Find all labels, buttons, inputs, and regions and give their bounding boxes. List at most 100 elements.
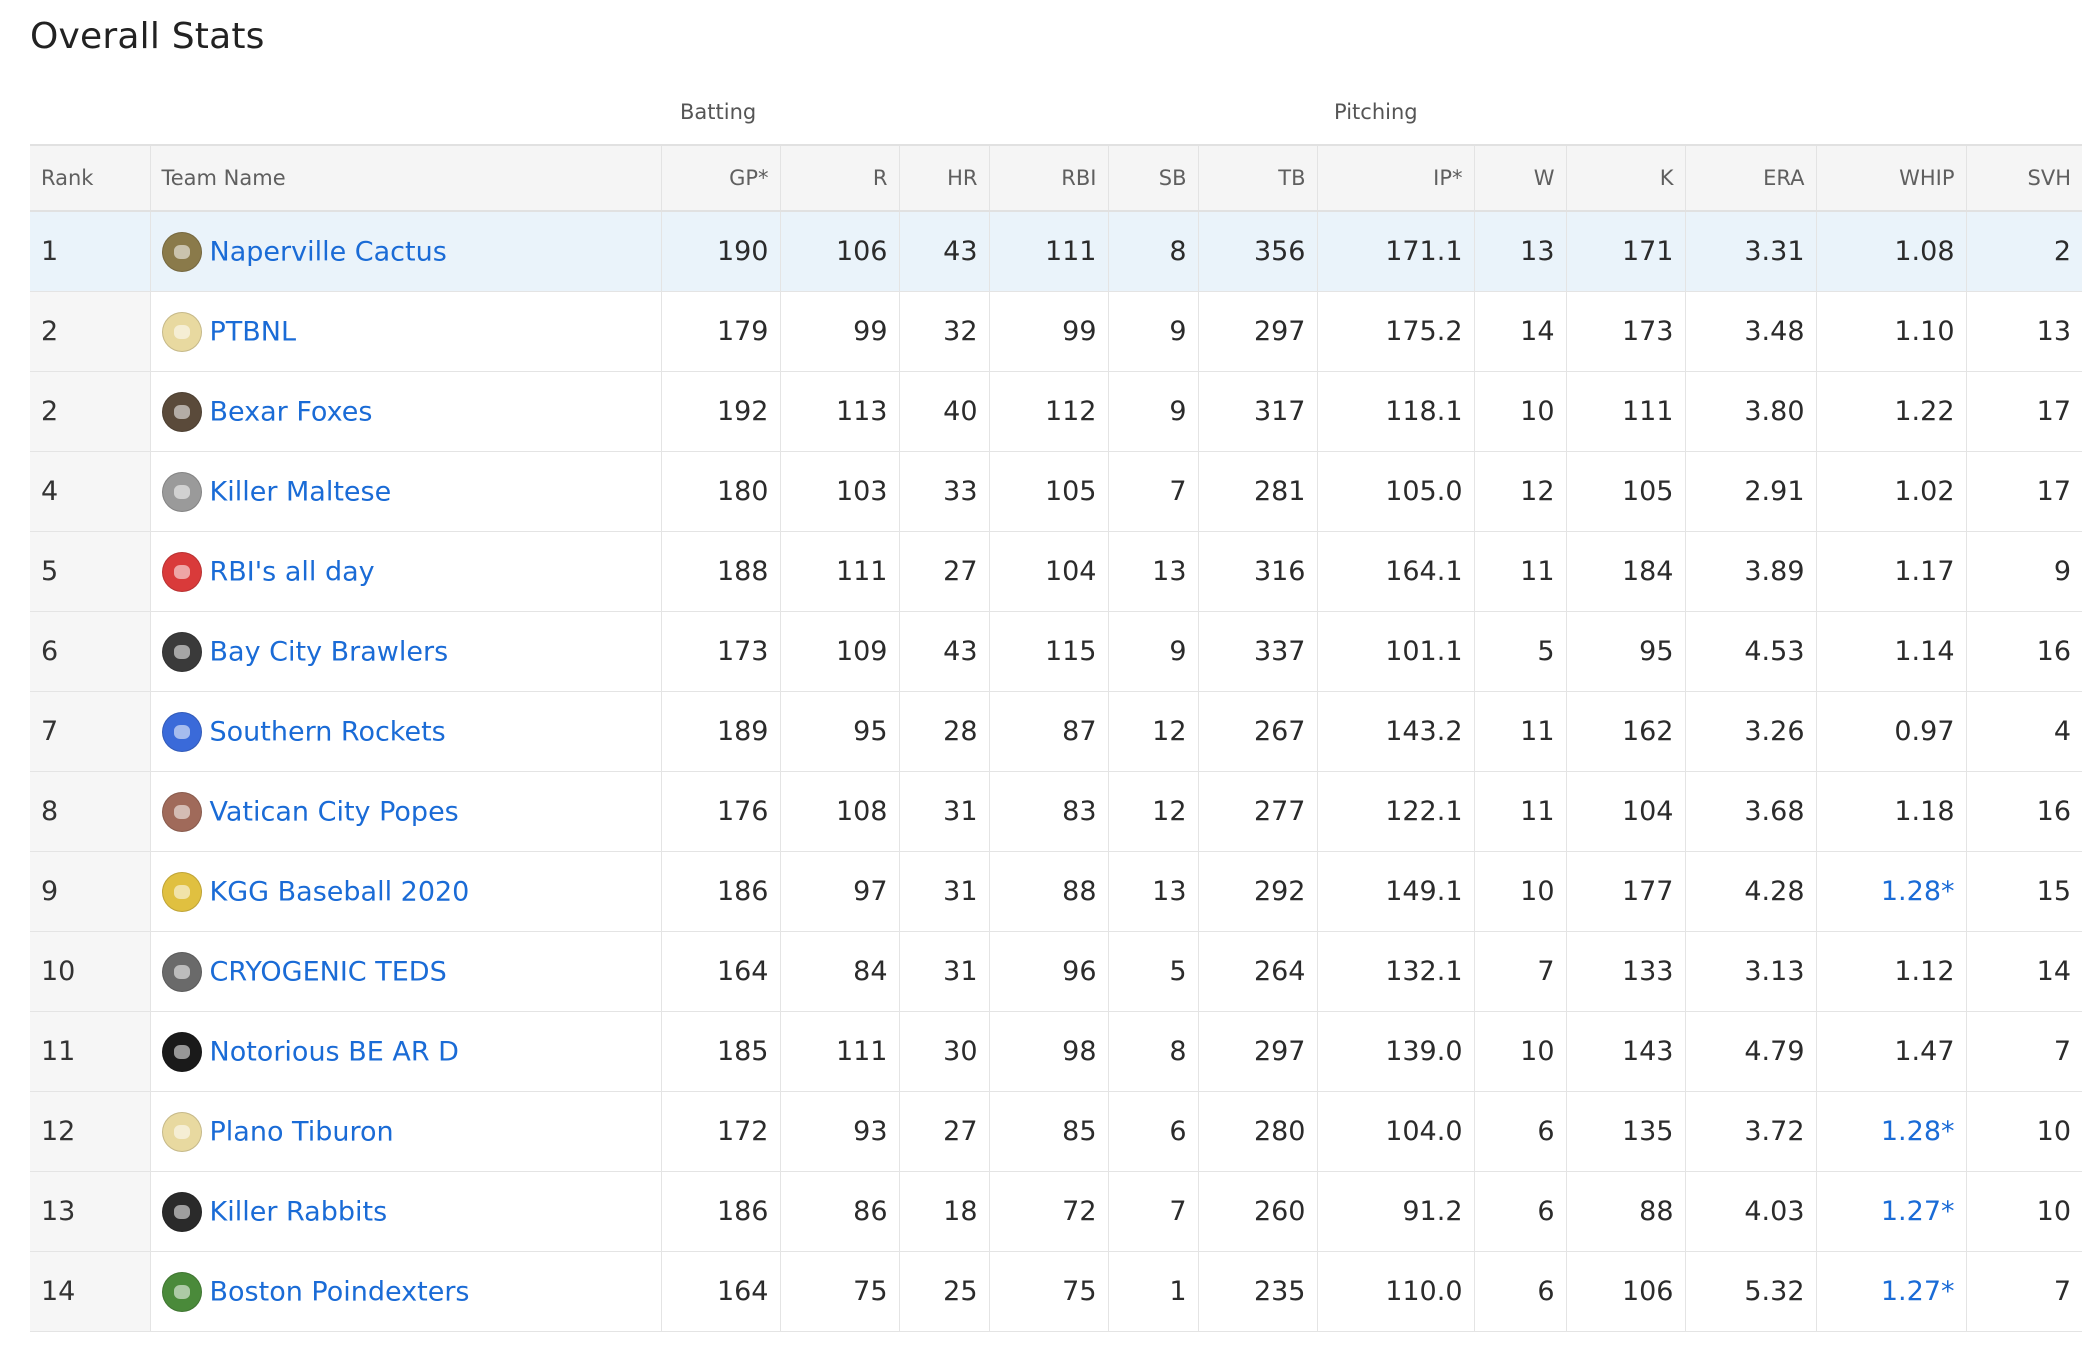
team-logo-icon[interactable] bbox=[161, 871, 202, 912]
stat-cell-era: 4.03 bbox=[1685, 1171, 1817, 1252]
stat-cell-rbi: 115 bbox=[989, 611, 1109, 692]
col-header-team-name[interactable]: Team Name bbox=[150, 144, 662, 212]
stat-cell-rbi: 104 bbox=[989, 531, 1109, 612]
team-name-link[interactable]: PTBNL bbox=[210, 316, 297, 347]
team-logo-icon[interactable] bbox=[161, 1271, 202, 1312]
col-header-w[interactable]: W bbox=[1474, 144, 1567, 212]
stat-cell-w: 7 bbox=[1474, 931, 1567, 1012]
stat-cell-hr: 30 bbox=[899, 1011, 990, 1092]
team-logo-icon[interactable] bbox=[161, 311, 202, 352]
stat-cell-whip: 0.97 bbox=[1816, 691, 1967, 772]
rank-cell: 7 bbox=[30, 691, 151, 772]
team-name-link[interactable]: Plano Tiburon bbox=[210, 1116, 394, 1147]
col-header-era[interactable]: ERA bbox=[1685, 144, 1817, 212]
team-logo-icon[interactable] bbox=[161, 1031, 202, 1072]
whip-qualifier-link[interactable]: 1.27* bbox=[1881, 1276, 1955, 1307]
stat-cell-sb: 12 bbox=[1108, 771, 1199, 852]
team-logo-icon[interactable] bbox=[161, 551, 202, 592]
stat-cell-whip: 1.18 bbox=[1816, 771, 1967, 852]
stat-cell-r: 111 bbox=[780, 531, 900, 612]
stat-cell-hr: 31 bbox=[899, 851, 990, 932]
rank-cell: 10 bbox=[30, 931, 151, 1012]
stat-cell-r: 111 bbox=[780, 1011, 900, 1092]
stat-cell-sb: 13 bbox=[1108, 531, 1199, 612]
team-logo-icon[interactable] bbox=[161, 631, 202, 672]
team-name-link[interactable]: Bexar Foxes bbox=[210, 396, 373, 427]
col-header-rbi[interactable]: RBI bbox=[989, 144, 1109, 212]
stat-cell-k: 143 bbox=[1566, 1011, 1686, 1092]
stat-cell-svh: 2 bbox=[1966, 211, 2082, 292]
header-row: Rank Team Name GP* R HR RBI SB TB IP* W … bbox=[30, 144, 2082, 212]
col-header-ip[interactable]: IP* bbox=[1317, 144, 1475, 212]
col-header-hr[interactable]: HR bbox=[899, 144, 990, 212]
rank-cell: 8 bbox=[30, 771, 151, 852]
rank-cell: 6 bbox=[30, 611, 151, 692]
stat-cell-rbi: 99 bbox=[989, 291, 1109, 372]
team-logo-icon[interactable] bbox=[161, 1191, 202, 1232]
team-cell: Boston Poindexters bbox=[150, 1251, 662, 1332]
team-logo-icon[interactable] bbox=[161, 951, 202, 992]
stat-cell-r: 103 bbox=[780, 451, 900, 532]
stat-cell-whip: 1.27* bbox=[1816, 1251, 1967, 1332]
stat-cell-rbi: 98 bbox=[989, 1011, 1109, 1092]
team-name-link[interactable]: Naperville Cactus bbox=[210, 236, 447, 267]
stat-cell-gp: 186 bbox=[661, 851, 781, 932]
stat-cell-r: 86 bbox=[780, 1171, 900, 1252]
table-row: 9 KGG Baseball 2020 186 97 31 88 13 292 149.1 10 1… bbox=[30, 851, 2082, 932]
team-name-link[interactable]: Southern Rockets bbox=[210, 716, 446, 747]
table-row: 11 Notorious BE AR D 185 111 30 98 8 297 139.0 10… bbox=[30, 1011, 2082, 1092]
rank-cell: 13 bbox=[30, 1171, 151, 1252]
team-logo-icon[interactable] bbox=[161, 791, 202, 832]
team-name-link[interactable]: Killer Maltese bbox=[210, 476, 392, 507]
team-name-link[interactable]: KGG Baseball 2020 bbox=[210, 876, 470, 907]
stat-cell-era: 3.13 bbox=[1685, 931, 1817, 1012]
team-cell: CRYOGENIC TEDS bbox=[150, 931, 662, 1012]
stat-cell-hr: 43 bbox=[899, 611, 990, 692]
stat-cell-gp: 164 bbox=[661, 1251, 781, 1332]
stat-cell-sb: 7 bbox=[1108, 451, 1199, 532]
stat-cell-r: 99 bbox=[780, 291, 900, 372]
col-header-svh[interactable]: SVH bbox=[1966, 144, 2082, 212]
team-name-link[interactable]: Notorious BE AR D bbox=[210, 1036, 459, 1067]
stat-cell-whip: 1.12 bbox=[1816, 931, 1967, 1012]
col-header-sb[interactable]: SB bbox=[1108, 144, 1199, 212]
col-header-gp[interactable]: GP* bbox=[661, 144, 781, 212]
team-name-link[interactable]: Boston Poindexters bbox=[210, 1276, 470, 1307]
team-logo-icon[interactable] bbox=[161, 471, 202, 512]
stat-cell-k: 104 bbox=[1566, 771, 1686, 852]
whip-qualifier-link[interactable]: 1.28* bbox=[1881, 876, 1955, 907]
stat-cell-hr: 27 bbox=[899, 531, 990, 612]
rank-cell: 12 bbox=[30, 1091, 151, 1172]
stat-cell-ip: 139.0 bbox=[1317, 1011, 1475, 1092]
col-header-r[interactable]: R bbox=[780, 144, 900, 212]
table-row: 13 Killer Rabbits 186 86 18 72 7 260 91.2 6 88 4.03… bbox=[30, 1171, 2082, 1252]
team-logo-icon[interactable] bbox=[161, 391, 202, 432]
team-name-link[interactable]: Vatican City Popes bbox=[210, 796, 459, 827]
stat-cell-ip: 118.1 bbox=[1317, 371, 1475, 452]
team-cell: Notorious BE AR D bbox=[150, 1011, 662, 1092]
team-logo-icon[interactable] bbox=[161, 231, 202, 272]
stat-cell-whip: 1.28* bbox=[1816, 1091, 1967, 1172]
whip-qualifier-link[interactable]: 1.27* bbox=[1881, 1196, 1955, 1227]
stat-cell-w: 6 bbox=[1474, 1251, 1567, 1332]
team-logo-icon[interactable] bbox=[161, 711, 202, 752]
stat-cell-svh: 10 bbox=[1966, 1171, 2082, 1252]
stat-cell-era: 2.91 bbox=[1685, 451, 1817, 532]
team-name-link[interactable]: RBI's all day bbox=[210, 556, 375, 587]
stat-cell-k: 133 bbox=[1566, 931, 1686, 1012]
stat-cell-tb: 260 bbox=[1198, 1171, 1318, 1252]
col-header-tb[interactable]: TB bbox=[1198, 144, 1318, 212]
stat-cell-gp: 186 bbox=[661, 1171, 781, 1252]
stat-cell-k: 135 bbox=[1566, 1091, 1686, 1172]
stat-cell-hr: 27 bbox=[899, 1091, 990, 1172]
stat-cell-sb: 9 bbox=[1108, 371, 1199, 452]
col-header-k[interactable]: K bbox=[1566, 144, 1686, 212]
col-header-whip[interactable]: WHIP bbox=[1816, 144, 1967, 212]
stat-cell-ip: 101.1 bbox=[1317, 611, 1475, 692]
team-name-link[interactable]: CRYOGENIC TEDS bbox=[210, 956, 447, 987]
team-name-link[interactable]: Killer Rabbits bbox=[210, 1196, 388, 1227]
team-name-link[interactable]: Bay City Brawlers bbox=[210, 636, 449, 667]
col-header-rank[interactable]: Rank bbox=[30, 144, 151, 212]
team-logo-icon[interactable] bbox=[161, 1111, 202, 1152]
whip-qualifier-link[interactable]: 1.28* bbox=[1881, 1116, 1955, 1147]
